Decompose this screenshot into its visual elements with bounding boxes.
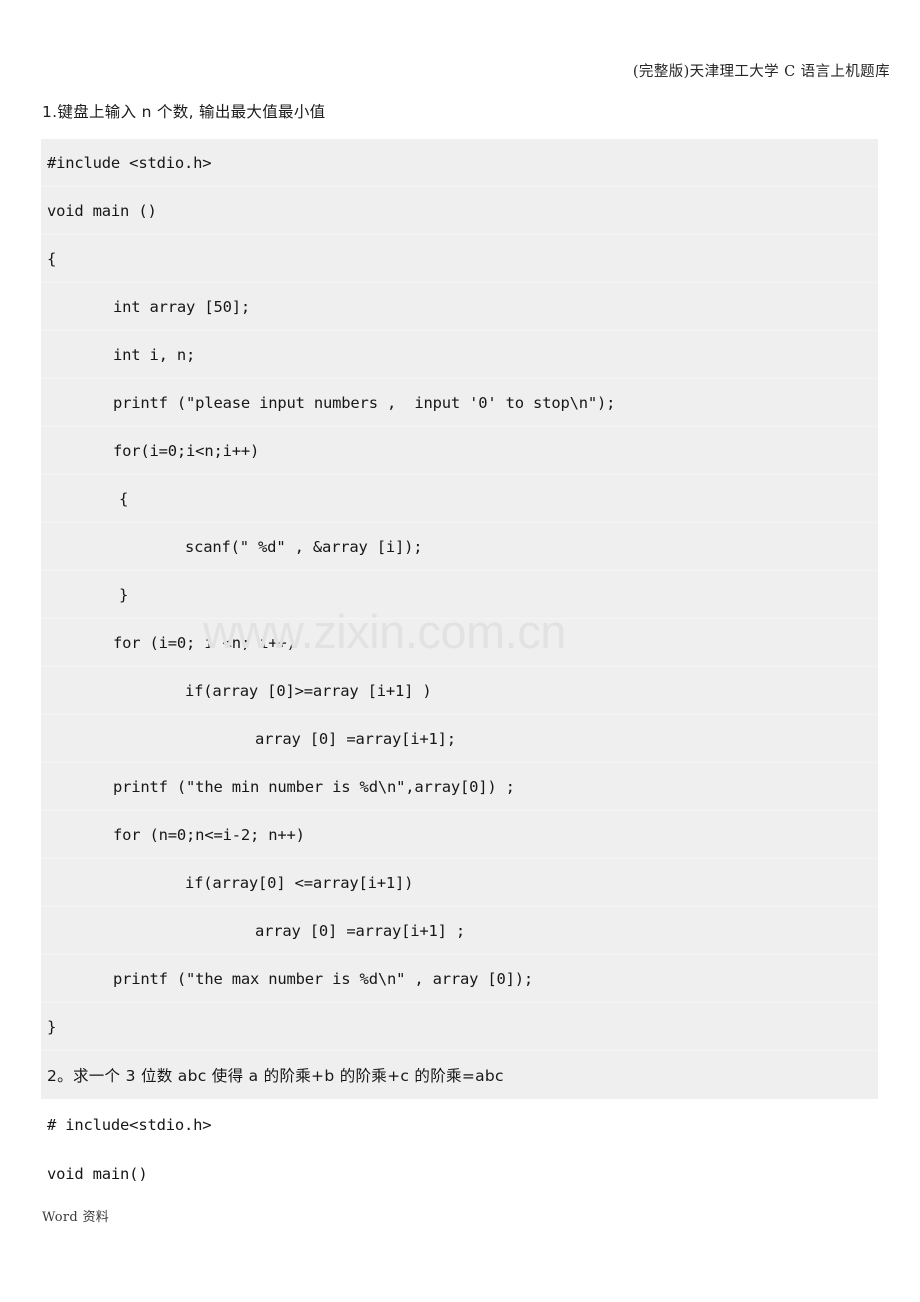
code-line: if(array[0] <=array[i+1]) xyxy=(41,859,878,907)
code-line-text: printf ("the max number is %d\n" , array… xyxy=(113,969,534,988)
code-line: int array [50]; xyxy=(41,283,878,331)
code-line-text: if(array[0] <=array[i+1]) xyxy=(185,873,414,892)
code-line: } xyxy=(41,1003,878,1051)
code-line: printf ("the max number is %d\n" , array… xyxy=(41,955,878,1003)
code-block-1: #include <stdio.h> void main () { int array… xyxy=(41,139,878,1099)
code-line: void main () xyxy=(41,187,878,235)
code-line-text: int i, n; xyxy=(113,345,196,364)
code-line-text: void main () xyxy=(47,201,157,220)
code-line: } xyxy=(41,571,878,619)
code-line: printf ("please input numbers , input '0… xyxy=(41,379,878,427)
document-footer: Word 资料 xyxy=(42,1210,110,1225)
code-line-text: # include<stdio.h> xyxy=(47,1115,212,1134)
code-line: for(i=0;i<n;i++) xyxy=(41,427,878,475)
code-line-text: int array [50]; xyxy=(113,297,250,316)
document-page: (完整版)天津理工大学 C 语言上机题库 1.键盘上输入 n 个数, 输出最大值… xyxy=(0,0,920,1302)
code-line-text: scanf(" %d" , &array [i]); xyxy=(185,537,423,556)
document-running-header: (完整版)天津理工大学 C 语言上机题库 xyxy=(632,64,890,80)
code-line: array [0] =array[i+1]; xyxy=(41,715,878,763)
code-line-text: array [0] =array[i+1] ; xyxy=(255,921,466,940)
code-line: array [0] =array[i+1] ; xyxy=(41,907,878,955)
code-line-text: printf ("the min number is %d\n",array[0… xyxy=(113,777,515,796)
code-line: #include <stdio.h> xyxy=(41,139,878,187)
question-2-heading-text: 2。求一个 3 位数 abc 使得 a 的阶乘+b 的阶乘+c 的阶乘=abc xyxy=(47,1067,504,1085)
code-line-text: { xyxy=(47,249,57,268)
code-line-text: for (n=0;n<=i-2; n++) xyxy=(113,825,305,844)
code-line-text: array [0] =array[i+1]; xyxy=(255,729,456,748)
code-line: for (i=0; i <n; i++) xyxy=(41,619,878,667)
code-line: { xyxy=(41,475,878,523)
code-line: { xyxy=(41,235,878,283)
code-block-2: # include<stdio.h> void main() xyxy=(41,1100,878,1198)
code-line-text: { xyxy=(119,489,129,508)
code-line-text: #include <stdio.h> xyxy=(47,153,212,172)
code-line: void main() xyxy=(41,1149,878,1198)
question-2-heading: 2。求一个 3 位数 abc 使得 a 的阶乘+b 的阶乘+c 的阶乘=abc xyxy=(41,1051,878,1099)
code-line-text: printf ("please input numbers , input '0… xyxy=(113,393,616,412)
code-line: scanf(" %d" , &array [i]); xyxy=(41,523,878,571)
code-line-text: for (i=0; i <n; i++) xyxy=(113,633,296,652)
code-line: int i, n; xyxy=(41,331,878,379)
code-line-text: } xyxy=(47,1017,57,1036)
code-line: printf ("the min number is %d\n",array[0… xyxy=(41,763,878,811)
code-line-text: } xyxy=(119,585,129,604)
code-line-text: for(i=0;i<n;i++) xyxy=(113,441,260,460)
code-line: # include<stdio.h> xyxy=(41,1100,878,1149)
code-line: if(array [0]>=array [i+1] ) xyxy=(41,667,878,715)
code-line-text: if(array [0]>=array [i+1] ) xyxy=(185,681,432,700)
code-line-text: void main() xyxy=(47,1164,148,1183)
question-1-heading: 1.键盘上输入 n 个数, 输出最大值最小值 xyxy=(42,103,326,121)
code-line: for (n=0;n<=i-2; n++) xyxy=(41,811,878,859)
